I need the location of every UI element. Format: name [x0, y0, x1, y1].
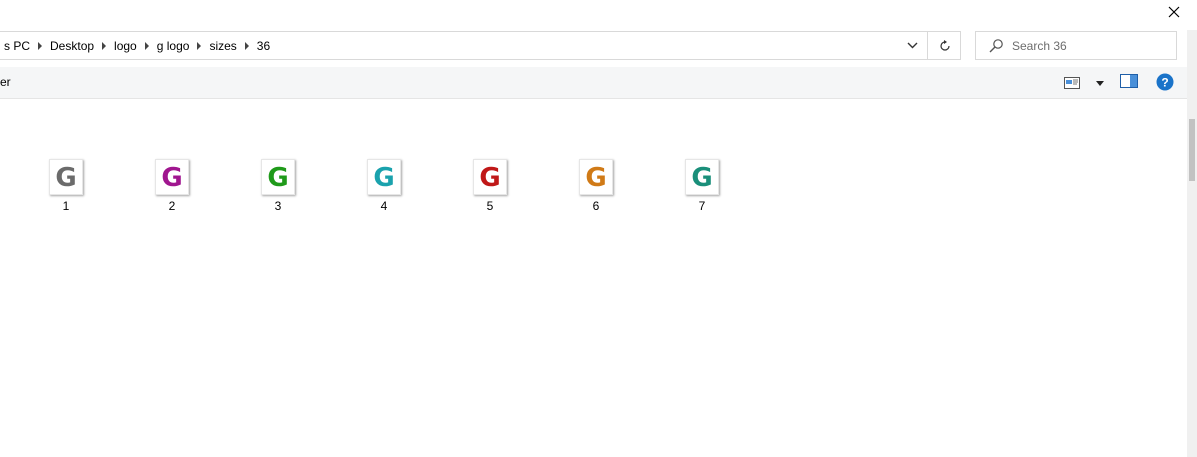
- file-item[interactable]: G 5: [460, 159, 520, 221]
- search-input[interactable]: [1012, 36, 1167, 55]
- g-logo-icon: G: [55, 163, 76, 191]
- search-box[interactable]: [975, 31, 1177, 60]
- breadcrumb: s PC Desktop logo g logo sizes 36: [0, 32, 275, 59]
- svg-text:G: G: [479, 163, 500, 191]
- file-name: 4: [380, 199, 388, 213]
- file-item[interactable]: G 2: [142, 159, 202, 221]
- file-name: 6: [592, 199, 600, 213]
- breadcrumb-item-logo[interactable]: logo: [109, 39, 142, 53]
- breadcrumb-item-this-pc[interactable]: s PC: [0, 39, 35, 53]
- chevron-right-icon[interactable]: [99, 41, 109, 50]
- image-thumbnail[interactable]: G: [261, 159, 295, 195]
- image-thumbnail[interactable]: G: [367, 159, 401, 195]
- file-name: 7: [698, 199, 706, 213]
- file-explorer-window: s PC Desktop logo g logo sizes 36 Search…: [0, 0, 1197, 457]
- breadcrumb-item-sizes[interactable]: sizes: [204, 39, 241, 53]
- file-name: 3: [274, 199, 282, 213]
- file-item[interactable]: G 3: [248, 159, 308, 221]
- chevron-right-icon[interactable]: [242, 41, 252, 50]
- window-edge: [1187, 30, 1197, 99]
- file-item[interactable]: G 4: [354, 159, 414, 221]
- toolbar: er ?: [0, 67, 1187, 99]
- preview-pane-icon: [1120, 74, 1138, 88]
- image-thumbnail[interactable]: G: [685, 159, 719, 195]
- preview-pane-button[interactable]: [1120, 74, 1140, 92]
- svg-text:G: G: [585, 163, 606, 191]
- file-item[interactable]: G 1: [36, 159, 96, 221]
- change-view-button[interactable]: [1064, 73, 1104, 93]
- address-history-dropdown[interactable]: [899, 32, 925, 59]
- address-divider: [927, 32, 928, 59]
- close-button[interactable]: [1151, 0, 1197, 24]
- svg-text:G: G: [373, 163, 394, 191]
- refresh-icon: [939, 39, 950, 51]
- file-name: 5: [486, 199, 494, 213]
- search-icon: [989, 39, 1003, 53]
- g-logo-icon: G: [585, 163, 606, 191]
- close-icon: [1168, 6, 1180, 18]
- svg-text:G: G: [55, 163, 76, 191]
- g-logo-icon: G: [479, 163, 500, 191]
- file-name: 1: [62, 199, 70, 213]
- file-item[interactable]: G 6: [566, 159, 626, 221]
- file-name: 2: [168, 199, 176, 213]
- address-row: s PC Desktop logo g logo sizes 36: [0, 30, 1197, 63]
- breadcrumb-item-36[interactable]: 36: [252, 39, 275, 53]
- chevron-down-icon: [1096, 80, 1104, 86]
- svg-text:G: G: [161, 163, 182, 191]
- toolbar-partial-label[interactable]: er: [0, 75, 11, 89]
- title-bar: [0, 0, 1197, 30]
- chevron-right-icon[interactable]: [194, 41, 204, 50]
- file-list-view[interactable]: G 1 G 2 G 3 G 4 G 5 G 6 G 7: [0, 99, 1187, 457]
- breadcrumb-item-g-logo[interactable]: g logo: [152, 39, 195, 53]
- vertical-scrollbar[interactable]: [1187, 99, 1197, 457]
- scrollbar-thumb[interactable]: [1189, 119, 1195, 181]
- image-thumbnail[interactable]: G: [49, 159, 83, 195]
- help-icon: ?: [1156, 73, 1174, 91]
- chevron-right-icon[interactable]: [35, 41, 45, 50]
- g-logo-icon: G: [691, 163, 712, 191]
- g-logo-icon: G: [267, 163, 288, 191]
- help-button[interactable]: ?: [1156, 73, 1176, 93]
- address-bar[interactable]: s PC Desktop logo g logo sizes 36: [0, 31, 961, 60]
- chevron-right-icon[interactable]: [142, 41, 152, 50]
- view-icon: [1064, 77, 1080, 89]
- g-logo-icon: G: [373, 163, 394, 191]
- breadcrumb-item-desktop[interactable]: Desktop: [45, 39, 99, 53]
- chevron-down-icon: [907, 42, 917, 49]
- file-item[interactable]: G 7: [672, 159, 732, 221]
- svg-text:G: G: [691, 163, 712, 191]
- image-thumbnail[interactable]: G: [473, 159, 507, 195]
- image-thumbnail[interactable]: G: [579, 159, 613, 195]
- g-logo-icon: G: [161, 163, 182, 191]
- svg-text:G: G: [267, 163, 288, 191]
- svg-text:?: ?: [1161, 76, 1168, 90]
- refresh-button[interactable]: [929, 32, 960, 59]
- image-thumbnail[interactable]: G: [155, 159, 189, 195]
